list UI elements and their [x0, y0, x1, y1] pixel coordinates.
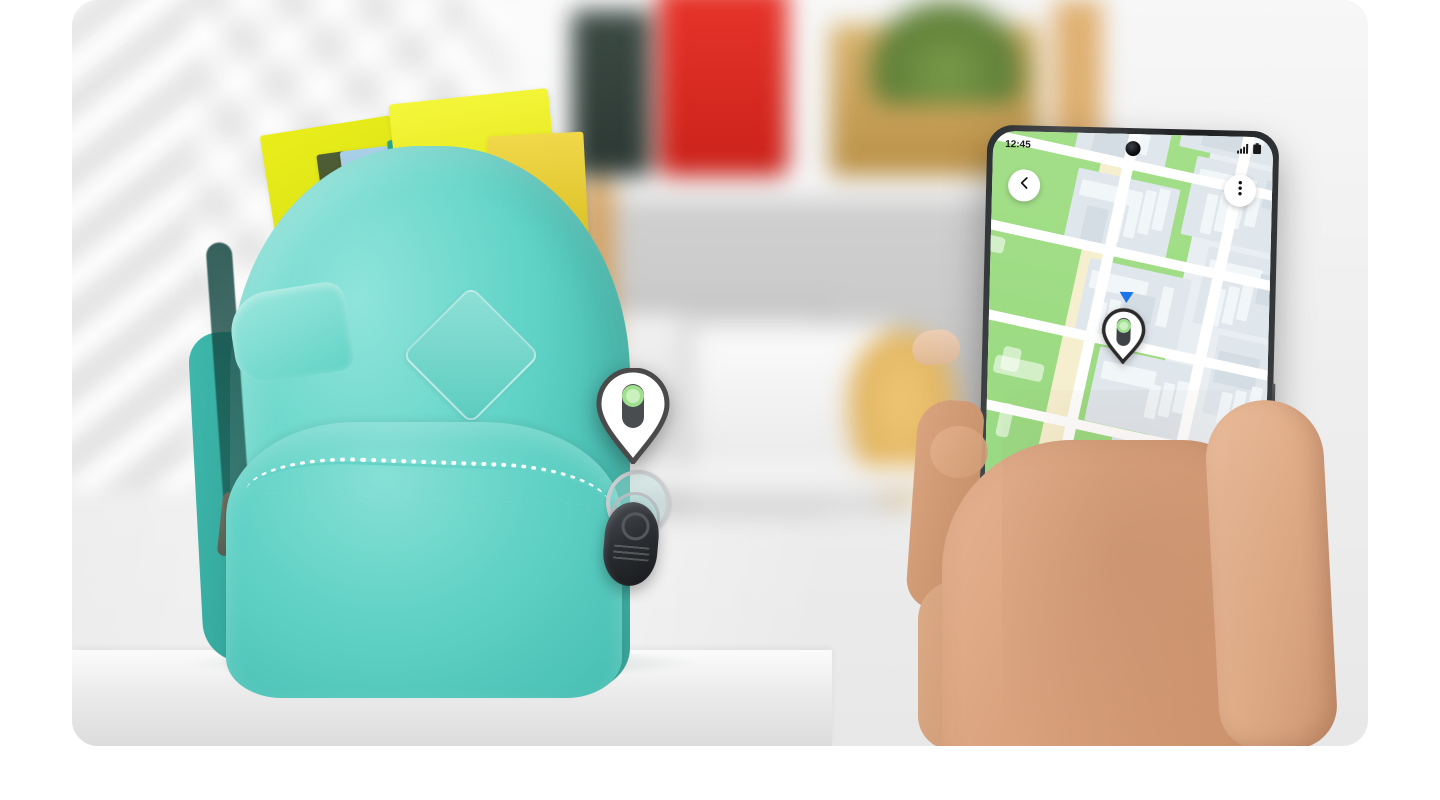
shelf-plant — [862, 0, 1032, 104]
smarttag-branding-text — [612, 544, 650, 562]
thumb-nail — [910, 327, 962, 367]
hand-holding-phone — [904, 327, 1368, 746]
chevron-left-icon — [1017, 176, 1030, 194]
backpack — [184, 87, 644, 698]
shelf-red-container — [658, 0, 788, 178]
front-pocket-zipper-tape — [245, 457, 611, 508]
finger-knuckle — [930, 426, 988, 478]
status-time: 12:45 — [1005, 138, 1031, 151]
hand-shading — [1002, 390, 1302, 746]
backpack-front-pocket — [226, 422, 622, 698]
screenshot-canvas: 12:45 — [0, 0, 1440, 800]
product-photo-scene: 12:45 — [72, 0, 1368, 746]
status-indicators — [1236, 143, 1262, 158]
more-vertical-icon — [1238, 181, 1242, 201]
smarttag-floating-pin — [593, 367, 673, 467]
blue-direction-arrow — [1119, 291, 1134, 304]
cellular-signal-icon — [1236, 143, 1249, 156]
battery-icon — [1253, 143, 1262, 157]
smarttag-lanyard-hole — [620, 511, 651, 542]
